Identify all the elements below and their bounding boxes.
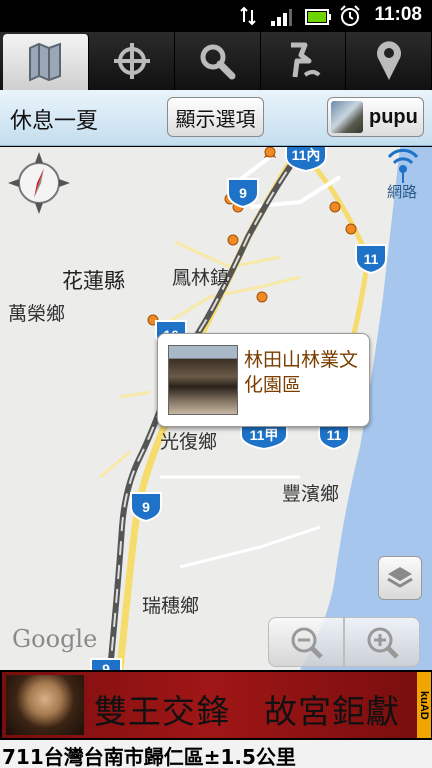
tab-route[interactable] (261, 32, 347, 90)
alarm-icon (340, 5, 360, 26)
title-bar: 休息一夏 顯示選項 pupu (0, 90, 432, 146)
location-pin-icon (376, 41, 401, 80)
ad-brand: kuAD (417, 672, 431, 738)
network-signal-icon (387, 148, 419, 183)
layers-button[interactable] (378, 556, 422, 600)
route-pin-icon (291, 42, 321, 78)
google-logo: Google (12, 625, 98, 653)
place-name: 林田山林業文化園區 (244, 349, 359, 396)
page-title: 休息一夏 (10, 109, 99, 134)
place-thumbnail (168, 345, 238, 415)
shield-label: 11內 (292, 147, 321, 163)
tab-bar (0, 32, 432, 90)
compass-icon[interactable] (6, 150, 72, 216)
data-arrows-icon (240, 6, 256, 26)
label-fengbin: 豐濱鄉 (282, 483, 340, 505)
place-popup[interactable]: 林田山林業文化園區 (157, 333, 370, 427)
label-wanrong: 萬榮鄉 (8, 303, 66, 325)
location-info-bar: 711台灣台南市歸仁區±1.5公里 (0, 740, 432, 768)
label-ruisui: 瑞穗鄉 (142, 595, 200, 617)
shield-label: 9 (142, 499, 150, 515)
crosshair-icon (113, 43, 150, 79)
zoom-out-icon (291, 627, 323, 659)
ad-text: 雙王交鋒 故宮鉅獻 (94, 692, 400, 731)
tab-map[interactable] (3, 34, 89, 90)
shield-label: 11 (364, 251, 379, 267)
battery-icon (305, 9, 331, 25)
label-guangfu: 光復鄉 (160, 431, 218, 453)
search-icon (200, 44, 236, 80)
zoom-out-button[interactable] (268, 617, 344, 667)
ad-portrait-image (6, 675, 84, 735)
shield-label: 11 (327, 427, 342, 443)
shield-label: 9 (102, 661, 110, 670)
zoom-controls (268, 617, 420, 667)
location-info: 711台灣台南市歸仁區±1.5公里 (2, 745, 296, 768)
tab-search[interactable] (175, 32, 261, 90)
status-bar: 11:08 (0, 0, 432, 32)
layers-icon (387, 567, 413, 588)
shield-label: 9 (239, 185, 247, 201)
label-county: 花蓮縣 (62, 269, 125, 293)
user-button[interactable]: pupu (327, 97, 424, 137)
map-icon (29, 42, 62, 82)
label-fenglin: 鳳林鎮 (172, 267, 230, 289)
ad-content: 雙王交鋒 故宮鉅獻 (2, 672, 417, 738)
tab-locate[interactable] (90, 32, 176, 90)
zoom-in-button[interactable] (344, 617, 420, 667)
signal-icon (271, 9, 292, 26)
clock: 11:08 (374, 4, 422, 25)
network-label: 網路 (387, 183, 418, 201)
avatar (331, 101, 363, 133)
user-name: pupu (369, 105, 418, 128)
zoom-in-icon (367, 627, 399, 659)
shield-label: 11甲 (250, 427, 279, 443)
network-location: 網路 (381, 147, 425, 207)
display-options-label: 顯示選項 (175, 106, 256, 131)
map-view[interactable]: 9 11內 11 16 11甲 11 9 9 花蓮縣 鳳林鎮 萬榮鄉 光復鄉 豐… (0, 147, 432, 670)
tab-place[interactable] (346, 32, 432, 90)
display-options-button[interactable]: 顯示選項 (167, 97, 264, 137)
ad-banner[interactable]: 雙王交鋒 故宮鉅獻 kuAD (0, 670, 432, 740)
